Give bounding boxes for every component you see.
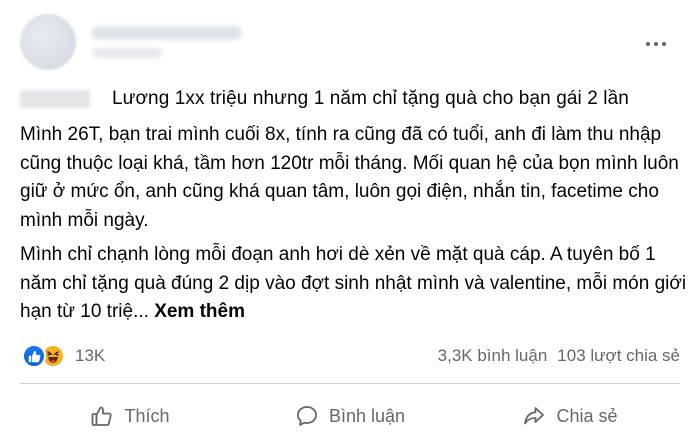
- post-paragraph-2: Mình chỉ chạnh lòng mỗi đoạn anh hơi dè …: [20, 241, 690, 327]
- like-icon: [22, 344, 46, 368]
- redacted-text: [20, 90, 90, 108]
- facebook-post: Lương 1xx triệu nhưng 1 năm chỉ tặng quà…: [0, 0, 700, 445]
- more-options-icon[interactable]: [642, 32, 670, 56]
- post-title-line: Lương 1xx triệu nhưng 1 năm chỉ tặng quà…: [20, 86, 690, 112]
- post-header: [20, 14, 700, 74]
- post-stats: 13K 3,3K bình luận 103 lượt chia sẻ: [22, 342, 680, 370]
- action-bar: Thích Bình luận Chia sẻ: [20, 394, 680, 438]
- reactions-summary[interactable]: 13K: [22, 342, 105, 370]
- author-name-redacted[interactable]: [92, 26, 242, 40]
- share-button-label: Chia sẻ: [556, 405, 618, 426]
- comment-button-label: Bình luận: [328, 405, 406, 426]
- post-meta-redacted: [92, 48, 162, 58]
- like-button[interactable]: Thích: [20, 394, 240, 438]
- thumbs-up-icon: [90, 404, 114, 428]
- see-more-link[interactable]: Xem thêm: [154, 301, 245, 322]
- divider: [20, 383, 680, 384]
- reaction-count: 13K: [75, 346, 106, 365]
- comment-count[interactable]: 3,3K bình luận: [438, 346, 548, 366]
- share-count[interactable]: 103 lượt chia sẻ: [557, 346, 680, 366]
- like-button-label: Thích: [124, 405, 170, 426]
- share-icon: [522, 404, 546, 428]
- comment-button[interactable]: Bình luận: [240, 394, 460, 438]
- author-avatar[interactable]: [20, 14, 76, 70]
- share-button[interactable]: Chia sẻ: [460, 394, 680, 438]
- post-paragraph-1: Mình 26T, bạn trai mình cuối 8x, tính ra…: [20, 124, 679, 231]
- comment-icon: [295, 404, 319, 428]
- engagement-counts: 3,3K bình luận 103 lượt chia sẻ: [438, 342, 680, 370]
- post-paragraph-2-text: Mình chỉ chạnh lòng mỗi đoạn anh hơi dè …: [20, 244, 687, 322]
- post-title: Lương 1xx triệu nhưng 1 năm chỉ tặng quà…: [112, 88, 629, 109]
